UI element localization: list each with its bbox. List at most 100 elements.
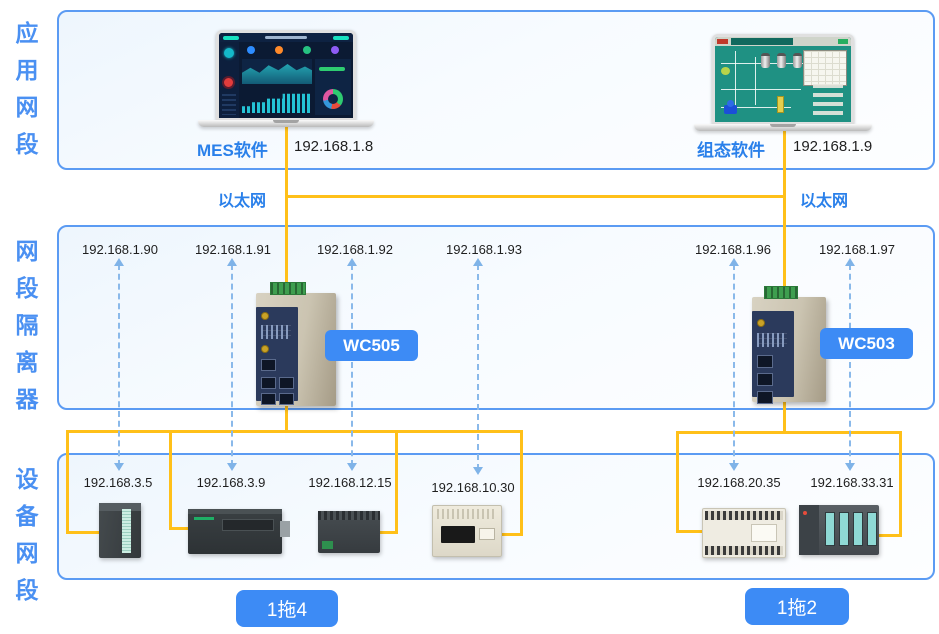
scada-laptop-base (694, 124, 872, 131)
plc-s7300-device (99, 503, 141, 558)
mes-ip-label: 192.168.1.8 (294, 138, 373, 155)
mes-laptop (216, 30, 374, 127)
group-label-1to4: 1拖4 (236, 590, 338, 627)
terminal-row-top (705, 511, 783, 520)
pipe-line (755, 57, 756, 105)
io-module (853, 512, 863, 546)
laptop-notch (770, 124, 796, 127)
wc505-body (256, 293, 336, 406)
wc503-body (752, 297, 826, 402)
arrow-up-icon (227, 258, 237, 266)
ethernet-port-icon (261, 377, 276, 389)
arrow-up-icon (114, 258, 124, 266)
vessel-tank (777, 53, 786, 68)
bus-drop-4 (520, 430, 523, 536)
scada-ip-label: 192.168.1.9 (793, 138, 872, 155)
ethernet-port-icon (757, 391, 773, 404)
led-dot (803, 511, 807, 515)
ethernet-port-icon (279, 393, 294, 405)
label-tag (479, 528, 495, 540)
bus-drop-2 (169, 430, 172, 530)
antenna-connector-icon (261, 345, 269, 353)
antenna-connector-icon (261, 312, 269, 320)
application-segment-label: 应用网段 (14, 15, 40, 163)
connector-strip (318, 511, 380, 520)
wc505-gateway-device (248, 282, 336, 406)
vent-slots (437, 509, 497, 519)
isolator-segment-label: 网段隔离器 (14, 233, 40, 418)
bus-line-left (66, 430, 523, 433)
wan-ip-4: 192.168.1.93 (446, 242, 522, 257)
arrow-up-icon (729, 258, 739, 266)
scada-software-label: 组态软件 (697, 136, 765, 161)
ethernet-port-icon (261, 359, 276, 371)
display-window (441, 526, 475, 543)
plc-s7200-device (188, 509, 282, 554)
mes-progress-bar (319, 67, 345, 71)
mapping-arrow-4 (477, 264, 479, 470)
device-ip-6: 192.168.33.31 (810, 475, 893, 490)
io-module (867, 512, 877, 546)
bus-line-right (676, 431, 902, 434)
scada-background (715, 37, 851, 122)
device-ip-1: 192.168.3.5 (84, 475, 153, 490)
terminal-row-bottom (705, 546, 783, 555)
scada-logo (717, 39, 728, 44)
arrow-down-icon (473, 467, 483, 475)
wan-ip-3: 192.168.1.92 (317, 242, 393, 257)
arrow-down-icon (845, 463, 855, 471)
user-icon (224, 48, 234, 58)
plc-mitsubishi-fx-device (432, 505, 502, 557)
ethernet-label-left: 以太网 (218, 187, 266, 211)
wc505-badge: WC505 (325, 330, 418, 361)
bus-drop-5 (676, 431, 679, 533)
din-rail-tab (280, 521, 290, 537)
bus-stub-3 (378, 531, 398, 534)
kpi-dot-orange (275, 46, 283, 54)
io-module (839, 512, 849, 546)
kpi-dot-purple (331, 46, 339, 54)
arrow-down-icon (729, 463, 739, 471)
wc505-front-panel (256, 307, 298, 401)
led-indicators (261, 325, 291, 339)
scada-screen (712, 34, 854, 124)
bus-drop-3 (395, 430, 398, 534)
scada-trend-panel (803, 50, 847, 86)
mes-sidebar (219, 42, 239, 118)
scada-indicator-blob (721, 67, 730, 75)
io-panel (222, 519, 274, 531)
wan-ip-6: 192.168.1.97 (819, 242, 895, 257)
bus-stub-6 (879, 534, 902, 537)
scada-titlebar (731, 38, 793, 45)
arrow-up-icon (347, 258, 357, 266)
mapping-arrow-5 (733, 264, 735, 466)
wan-ip-5: 192.168.1.96 (695, 242, 771, 257)
arrow-up-icon (845, 258, 855, 266)
plc-top-edge (188, 509, 282, 514)
brand-stripe (194, 517, 214, 520)
scada-laptop (712, 34, 872, 131)
arrow-down-icon (227, 463, 237, 471)
wan-ip-1: 192.168.1.90 (82, 242, 158, 257)
mes-bar-chart (242, 89, 312, 113)
terminal-block-icon (270, 282, 306, 295)
plc-q-series-rack-device (799, 505, 879, 555)
bus-stub-1 (66, 531, 102, 534)
group-label-1to2: 1拖2 (745, 588, 849, 625)
wc503-badge: WC503 (820, 328, 913, 359)
mapping-arrow-1 (118, 264, 120, 466)
pipe-line (735, 51, 736, 111)
ethernet-backbone-line (285, 195, 786, 198)
pump-icon (724, 105, 737, 114)
ethernet-port-icon (261, 393, 276, 405)
io-module (825, 512, 835, 546)
vessel-tank (761, 53, 770, 68)
bus-stub-5 (676, 530, 703, 533)
terminal-stripe (122, 509, 131, 553)
mes-laptop-base (198, 120, 374, 127)
bus-drop-1 (66, 430, 69, 534)
terminal-block-icon (764, 286, 798, 299)
scada-manifold (813, 84, 843, 116)
mes-donut-chart (323, 89, 343, 109)
alarm-icon (224, 78, 233, 87)
